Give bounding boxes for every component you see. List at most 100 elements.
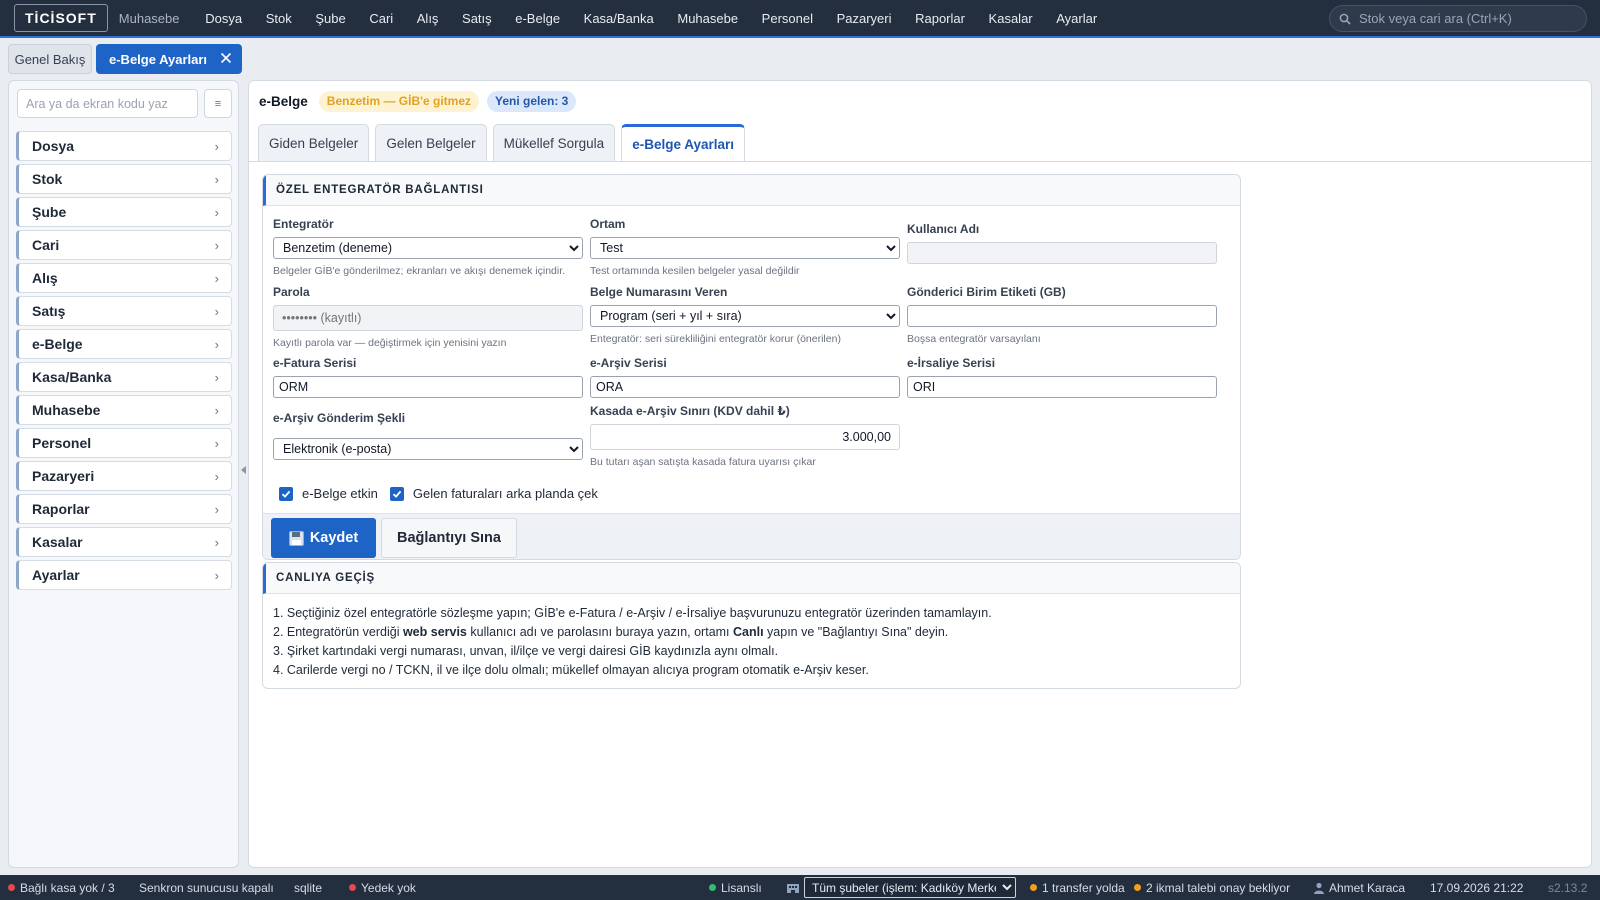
- cash-limit-input[interactable]: [590, 424, 900, 450]
- topnav-pazaryeri[interactable]: Pazaryeri: [825, 11, 904, 26]
- global-search-input[interactable]: [1359, 11, 1569, 26]
- sidebar-item-label: Muhasebe: [32, 402, 101, 418]
- sidebar-item-label: Şube: [32, 204, 67, 220]
- topnav-raporlar[interactable]: Raporlar: [903, 11, 976, 26]
- sidebar-item-label: Raporlar: [32, 501, 90, 517]
- sidebar-item-sube[interactable]: Şube ›: [16, 197, 232, 227]
- sidebar-item-stok[interactable]: Stok ›: [16, 164, 232, 194]
- efatura-series-input[interactable]: [273, 376, 583, 398]
- numbering-field: Belge Numarasını Veren Program (seri + y…: [590, 285, 900, 345]
- topnav-cari[interactable]: Cari: [358, 11, 405, 26]
- earsiv-send-select[interactable]: Elektronik (e-posta): [273, 438, 583, 460]
- new-incoming-badge[interactable]: Yeni gelen: 3: [487, 90, 577, 112]
- sidebar-item-muhasebe[interactable]: Muhasebe ›: [16, 395, 232, 425]
- sidebar-item-kasalar[interactable]: Kasalar ›: [16, 527, 232, 557]
- password-field: Parola Kayıtlı parola var — değiştirmek …: [273, 285, 583, 349]
- field-label: Ortam: [590, 217, 626, 231]
- global-search[interactable]: [1329, 5, 1587, 32]
- fetch-incoming-checkbox[interactable]: [389, 486, 404, 501]
- sidebar-item-pazaryeri[interactable]: Pazaryeri ›: [16, 461, 232, 491]
- sidebar: ≡ Dosya › Stok › Şube › Cari › Alış › Satış › …: [8, 80, 239, 868]
- topnav-personel[interactable]: Personel: [750, 11, 825, 26]
- earsiv-send-field: e-Arşiv Gönderim Şekli Elektronik (e-pos…: [273, 411, 583, 460]
- save-button-label: Kaydet: [309, 530, 359, 546]
- branch-select[interactable]: Tüm şubeler (işlem: Kadıköy Merkez): [804, 877, 1016, 898]
- topnav-ayarlar[interactable]: Ayarlar: [1044, 11, 1109, 26]
- topnav-kasalar[interactable]: Kasalar: [977, 11, 1045, 26]
- sidebar-collapse-handle[interactable]: [241, 466, 246, 474]
- tab-overview[interactable]: Genel Bakış: [8, 44, 92, 74]
- sidebar-item-ebelge[interactable]: e-Belge ›: [16, 329, 232, 359]
- cash-limit-field: Kasada e-Arşiv Sınırı (KDV dahil ₺) Bu t…: [590, 404, 900, 468]
- close-icon[interactable]: [220, 51, 232, 65]
- chevron-right-icon: ›: [214, 303, 219, 319]
- test-connection-button[interactable]: Bağlantıyı Sına: [381, 518, 517, 558]
- sidebar-item-kasa-banka[interactable]: Kasa/Banka ›: [16, 362, 232, 392]
- search-icon: [1339, 13, 1351, 25]
- app-logo[interactable]: TİCİSOFT: [14, 4, 108, 32]
- sidebar-item-cari[interactable]: Cari ›: [16, 230, 232, 260]
- topnav-alis[interactable]: Alış: [405, 11, 450, 26]
- status-requests[interactable]: 2 ikmal talebi onay bekliyor: [1134, 881, 1313, 895]
- username-input[interactable]: [907, 242, 1217, 264]
- chevron-right-icon: ›: [214, 138, 219, 154]
- status-transfer[interactable]: 1 transfer yolda: [1030, 881, 1134, 895]
- status-dot-green: [709, 884, 716, 891]
- field-label: Belge Numarasını Veren: [590, 285, 728, 299]
- status-user[interactable]: Ahmet Karaca: [1313, 881, 1430, 895]
- tab-outgoing[interactable]: Giden Belgeler: [258, 124, 370, 161]
- sidebar-item-alis[interactable]: Alış ›: [16, 263, 232, 293]
- sidebar-item-personel[interactable]: Personel ›: [16, 428, 232, 458]
- integrator-select[interactable]: Benzetim (deneme): [273, 237, 583, 259]
- status-dot-red: [349, 884, 356, 891]
- numbering-select[interactable]: Program (seri + yıl + sıra): [590, 305, 900, 327]
- field-label: Gönderici Birim Etiketi (GB): [907, 285, 1066, 299]
- top-nav: Dosya Stok Şube Cari Alış Satış e-Belge …: [194, 11, 1109, 26]
- topnav-ebelge[interactable]: e-Belge: [503, 11, 571, 26]
- sidebar-item-dosya[interactable]: Dosya ›: [16, 131, 232, 161]
- status-requests-text: 2 ikmal talebi onay bekliyor: [1146, 880, 1291, 895]
- sender-tag-input[interactable]: [907, 305, 1217, 327]
- tab-taxpayer-query[interactable]: Mükellef Sorgula: [492, 124, 616, 161]
- save-button[interactable]: Kaydet: [271, 518, 376, 558]
- page-header: e-Belge Benzetim — GİB'e gitmez Yeni gel…: [249, 81, 1591, 121]
- step-text: yapın ve "Bağlantıyı Sına" deyin.: [763, 625, 949, 639]
- topnav-muhasebe[interactable]: Muhasebe: [666, 11, 750, 26]
- menu-icon[interactable]: ≡: [204, 89, 232, 118]
- check-icon: [281, 490, 291, 498]
- tab-incoming[interactable]: Gelen Belgeler: [375, 124, 487, 161]
- sidebar-item-ayarlar[interactable]: Ayarlar ›: [16, 560, 232, 590]
- password-input[interactable]: [273, 305, 583, 331]
- check-icon: [392, 490, 402, 498]
- integrator-connection-card: ÖZEL ENTEGRATÖR BAĞLANTISI Entegratör Be…: [262, 174, 1241, 560]
- topnav-sube[interactable]: Şube: [304, 11, 358, 26]
- sidebar-item-raporlar[interactable]: Raporlar ›: [16, 494, 232, 524]
- save-icon: [288, 530, 304, 546]
- topnav-kasa-banka[interactable]: Kasa/Banka: [572, 11, 666, 26]
- sidebar-search-input[interactable]: [17, 89, 198, 118]
- step-emphasis: Canlı: [733, 625, 764, 639]
- topnav-dosya[interactable]: Dosya: [194, 11, 254, 26]
- chevron-right-icon: ›: [214, 468, 219, 484]
- ebelge-enabled-checkbox[interactable]: [279, 486, 293, 501]
- main-panel: e-Belge Benzetim — GİB'e gitmez Yeni gel…: [248, 80, 1592, 868]
- chevron-right-icon: ›: [214, 534, 219, 550]
- tab-ebelge-settings-sub[interactable]: e-Belge Ayarları: [621, 124, 745, 161]
- earsiv-series-input[interactable]: [590, 376, 900, 398]
- sidebar-item-satis[interactable]: Satış ›: [16, 296, 232, 326]
- topnav-stok[interactable]: Stok: [254, 11, 304, 26]
- go-live-step-4: 4. Carilerde vergi no / TCKN, il ve ilçe…: [273, 663, 869, 677]
- sidebar-item-label: Kasa/Banka: [32, 369, 112, 385]
- environment-select[interactable]: Test: [590, 237, 900, 259]
- sidebar-item-label: Pazaryeri: [32, 468, 95, 484]
- tab-ebelge-settings-label: e-Belge Ayarları: [109, 51, 208, 67]
- status-kasa: Bağlı kasa yok / 3: [8, 881, 139, 895]
- eirsaliye-series-input[interactable]: [907, 376, 1217, 398]
- chevron-right-icon: ›: [214, 402, 219, 418]
- chevron-right-icon: ›: [214, 204, 219, 220]
- chevron-right-icon: ›: [214, 336, 219, 352]
- card-actions: Kaydet Bağlantıyı Sına: [263, 513, 1240, 559]
- topnav-satis[interactable]: Satış: [450, 11, 503, 26]
- go-live-step-2: 2. Entegratörün verdiği web servis kulla…: [273, 623, 1240, 642]
- tab-ebelge-settings[interactable]: e-Belge Ayarları: [96, 44, 242, 74]
